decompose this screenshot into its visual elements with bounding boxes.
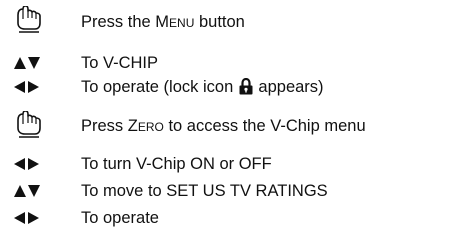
left-right-arrows-icon: [14, 212, 39, 224]
lock-icon: [239, 78, 253, 95]
left-right-arrows-icon: [14, 158, 39, 170]
step-7-text: To operate: [81, 209, 159, 227]
step-5-text: To turn V-Chip ON or OFF: [81, 155, 272, 173]
step-1-text: Press the Menu button: [81, 13, 245, 31]
press-hand-icon: [17, 111, 41, 138]
step-4-text: Press Zero to access the V-Chip menu: [81, 117, 366, 135]
press-hand-icon: [17, 6, 41, 33]
step-2-text: To V-CHIP: [81, 54, 159, 72]
left-right-arrows-icon: [14, 81, 39, 93]
step-3-text: To operate (lock icon appears): [81, 78, 324, 96]
up-down-arrows-icon: [14, 57, 40, 69]
step-6-text: To move to SET US TV RATINGS: [81, 182, 328, 200]
up-down-arrows-icon: [14, 185, 40, 197]
